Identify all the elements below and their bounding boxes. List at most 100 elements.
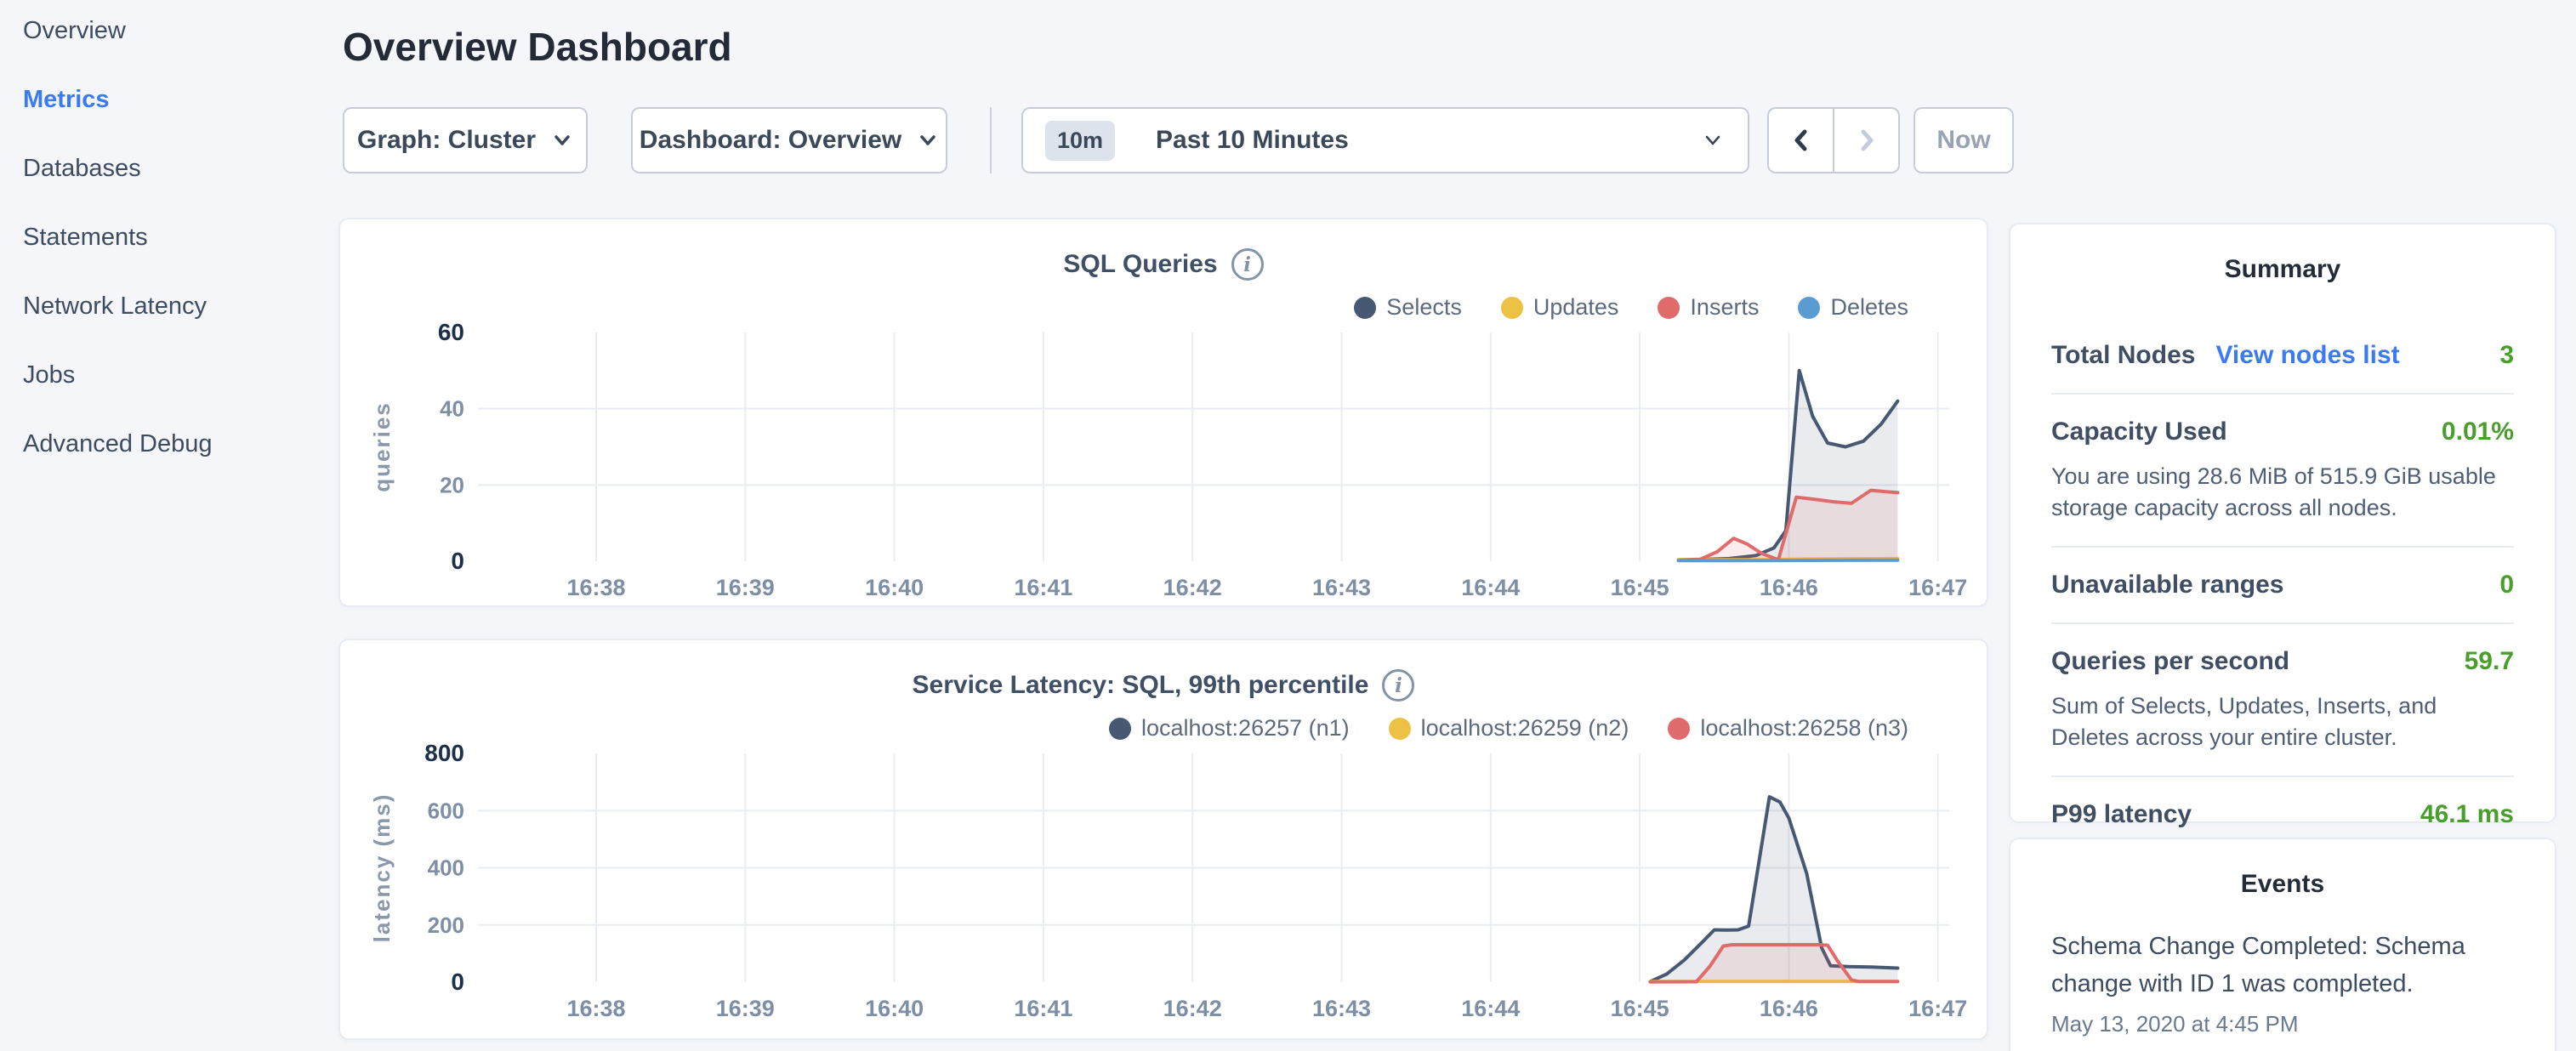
legend-item: localhost:26257 (n1) bbox=[1109, 715, 1350, 741]
sql-queries-chart-card: 16:38 16:39 16:40 16:41 16:42 16:43 16:44 16:45… bbox=[338, 218, 1988, 607]
svg-text:16:38: 16:38 bbox=[566, 575, 625, 600]
chart-title: Service Latency: SQL, 99th percentile bbox=[913, 671, 1369, 700]
legend-label: localhost:26257 (n1) bbox=[1141, 715, 1350, 741]
svg-text:16:40: 16:40 bbox=[865, 996, 924, 1021]
svg-text:16:41: 16:41 bbox=[1014, 996, 1072, 1021]
info-icon[interactable]: i bbox=[1382, 669, 1414, 702]
svg-text:16:44: 16:44 bbox=[1461, 575, 1520, 600]
summary-value: 0.01% bbox=[2442, 418, 2514, 446]
chevron-down-icon bbox=[917, 129, 939, 151]
svg-text:16:41: 16:41 bbox=[1014, 575, 1072, 600]
summary-label: Total Nodes bbox=[2051, 341, 2195, 370]
svg-text:20: 20 bbox=[440, 472, 464, 497]
sidebar-item-overview[interactable]: Overview bbox=[0, 19, 338, 43]
svg-text:16:46: 16:46 bbox=[1760, 996, 1818, 1021]
svg-text:16:43: 16:43 bbox=[1312, 575, 1371, 600]
svg-text:16:38: 16:38 bbox=[566, 996, 625, 1021]
svg-text:0: 0 bbox=[451, 969, 464, 995]
time-window-label: Past 10 Minutes bbox=[1156, 126, 1349, 155]
summary-description: You are using 28.6 MiB of 515.9 GiB usab… bbox=[2051, 461, 2514, 524]
svg-text:16:39: 16:39 bbox=[716, 996, 775, 1021]
legend-label: localhost:26258 (n3) bbox=[1700, 715, 1908, 741]
summary-row-unavailable-ranges: Unavailable ranges 0 bbox=[2051, 546, 2514, 622]
svg-text:600: 600 bbox=[428, 798, 464, 823]
sidebar-item-advanced-debug[interactable]: Advanced Debug bbox=[0, 432, 338, 457]
app-root: Overview Metrics Databases Statements Ne… bbox=[0, 0, 2576, 1051]
summary-title: Summary bbox=[2051, 255, 2514, 284]
svg-text:queries: queries bbox=[369, 401, 395, 492]
events-title: Events bbox=[2051, 870, 2514, 899]
now-button[interactable]: Now bbox=[1914, 107, 2014, 173]
svg-text:16:47: 16:47 bbox=[1908, 996, 1967, 1021]
legend-label: Deletes bbox=[1830, 294, 1908, 321]
graph-dropdown-label: Graph: Cluster bbox=[357, 126, 536, 155]
sidebar-item-metrics[interactable]: Metrics bbox=[0, 88, 338, 112]
info-icon[interactable]: i bbox=[1231, 248, 1264, 281]
sidebar-item-statements[interactable]: Statements bbox=[0, 225, 338, 250]
svg-text:16:43: 16:43 bbox=[1312, 996, 1371, 1021]
summary-row-capacity-used: Capacity Used 0.01% You are using 28.6 M… bbox=[2051, 393, 2514, 524]
svg-text:16:40: 16:40 bbox=[865, 575, 924, 600]
event-timestamp: May 13, 2020 at 4:45 PM bbox=[2051, 1011, 2514, 1037]
legend-dot-icon bbox=[1798, 297, 1820, 319]
chevron-left-icon bbox=[1787, 126, 1816, 155]
svg-text:0: 0 bbox=[451, 548, 464, 574]
legend-item: Updates bbox=[1501, 294, 1619, 321]
sidebar: Overview Metrics Databases Statements Ne… bbox=[0, 0, 338, 1051]
view-nodes-list-link[interactable]: View nodes list bbox=[2215, 341, 2399, 370]
legend-label: Inserts bbox=[1690, 294, 1759, 321]
svg-text:latency (ms): latency (ms) bbox=[369, 793, 395, 943]
time-step-back-button[interactable] bbox=[1769, 109, 1834, 172]
chevron-down-icon bbox=[551, 129, 573, 151]
svg-text:40: 40 bbox=[440, 396, 464, 422]
summary-label: Unavailable ranges bbox=[2051, 571, 2283, 599]
svg-text:800: 800 bbox=[424, 740, 464, 766]
summary-value: 0 bbox=[2499, 571, 2514, 599]
summary-description: Sum of Selects, Updates, Inserts, and De… bbox=[2051, 690, 2514, 753]
controls-divider bbox=[990, 107, 992, 173]
dashboard-dropdown[interactable]: Dashboard: Overview bbox=[631, 107, 947, 173]
legend-item: Deletes bbox=[1798, 294, 1908, 321]
time-window-badge: 10m bbox=[1045, 121, 1115, 161]
legend-dot-icon bbox=[1389, 718, 1411, 740]
svg-text:16:42: 16:42 bbox=[1163, 996, 1222, 1021]
chevron-right-icon bbox=[1852, 126, 1881, 155]
legend-label: localhost:26259 (n2) bbox=[1421, 715, 1629, 741]
chart-title: SQL Queries bbox=[1063, 250, 1217, 279]
svg-text:16:45: 16:45 bbox=[1611, 996, 1669, 1021]
graph-dropdown[interactable]: Graph: Cluster bbox=[343, 107, 588, 173]
summary-value: 46.1 ms bbox=[2420, 800, 2514, 829]
summary-row-total-nodes: Total Nodes View nodes list 3 bbox=[2051, 318, 2514, 393]
chart-legend: localhost:26257 (n1) localhost:26259 (n2)… bbox=[1109, 715, 1908, 741]
summary-row-queries-per-second: Queries per second 59.7 Sum of Selects, … bbox=[2051, 622, 2514, 753]
summary-label: Queries per second bbox=[2051, 647, 2289, 676]
legend-dot-icon bbox=[1501, 297, 1523, 319]
chart-header: Service Latency: SQL, 99th percentile i bbox=[340, 669, 1987, 702]
legend-item: Selects bbox=[1354, 294, 1462, 321]
legend-dot-icon bbox=[1668, 718, 1690, 740]
summary-panel: Summary Total Nodes View nodes list 3 Ca… bbox=[2009, 223, 2556, 823]
svg-text:16:44: 16:44 bbox=[1461, 996, 1520, 1021]
svg-text:16:42: 16:42 bbox=[1163, 575, 1222, 600]
svg-text:200: 200 bbox=[428, 912, 464, 938]
time-step-buttons bbox=[1767, 107, 1900, 173]
sidebar-item-databases[interactable]: Databases bbox=[0, 156, 338, 181]
svg-text:16:39: 16:39 bbox=[716, 575, 775, 600]
chart-header: SQL Queries i bbox=[340, 248, 1987, 281]
legend-item: localhost:26258 (n3) bbox=[1668, 715, 1908, 741]
time-step-forward-button[interactable] bbox=[1834, 109, 1898, 172]
dashboard-dropdown-label: Dashboard: Overview bbox=[640, 126, 901, 155]
legend-item: localhost:26259 (n2) bbox=[1389, 715, 1629, 741]
events-panel: Events Schema Change Completed: Schema c… bbox=[2009, 838, 2556, 1051]
svg-text:400: 400 bbox=[428, 855, 464, 881]
sidebar-item-jobs[interactable]: Jobs bbox=[0, 363, 338, 388]
summary-label: P99 latency bbox=[2051, 800, 2192, 829]
time-range-dropdown[interactable]: 10m Past 10 Minutes bbox=[1021, 107, 1749, 173]
legend-dot-icon bbox=[1658, 297, 1680, 319]
svg-text:60: 60 bbox=[438, 319, 464, 345]
service-latency-chart-card: 16:38 16:39 16:40 16:41 16:42 16:43 16:44 16:45… bbox=[338, 639, 1988, 1040]
svg-text:16:47: 16:47 bbox=[1908, 575, 1967, 600]
svg-text:16:45: 16:45 bbox=[1611, 575, 1669, 600]
event-message: Schema Change Completed: Schema change w… bbox=[2051, 928, 2514, 1003]
sidebar-item-network-latency[interactable]: Network Latency bbox=[0, 294, 338, 319]
